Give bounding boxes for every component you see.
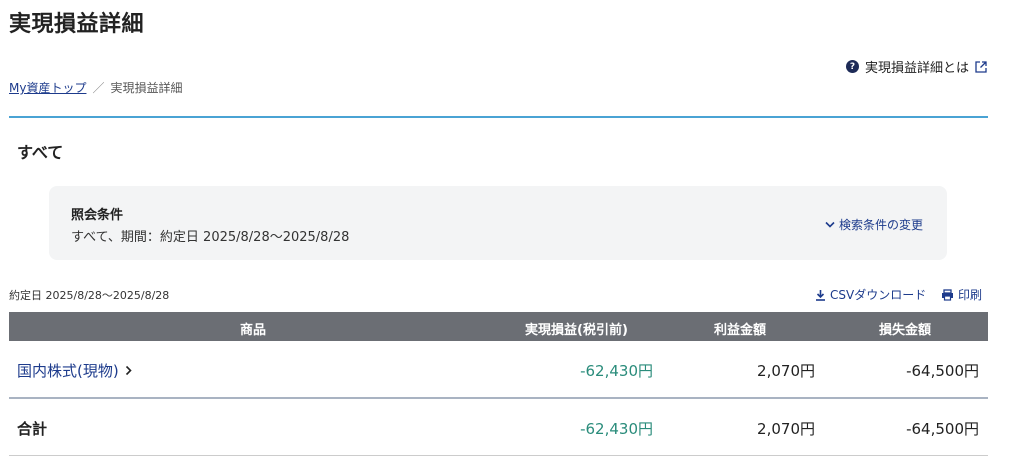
table-row: 国内株式(現物) -62,430円 2,070円 -64,500円: [9, 341, 988, 399]
header-loss: 損失金額: [879, 323, 932, 338]
table-header: 商品 実現損益(税引前) 利益金額 損失金額: [9, 312, 988, 341]
csv-download-button[interactable]: CSVダウンロード: [815, 286, 926, 303]
page-title: 実現損益詳細: [9, 12, 145, 37]
header-profit: 利益金額: [714, 323, 767, 338]
profit-value: 2,070円: [757, 362, 815, 380]
chevron-down-icon: [825, 221, 835, 228]
total-row: 合計 -62,430円 2,070円 -64,500円: [9, 399, 988, 456]
search-conditions-panel: 照会条件 すべて、期間：約定日 2025/8/28〜2025/8/28 検索条件…: [49, 186, 947, 260]
section-title: すべて: [17, 143, 64, 162]
total-profit-value: 2,070円: [757, 420, 815, 438]
printer-icon: [942, 288, 953, 301]
csv-download-label: CSVダウンロード: [830, 288, 927, 302]
conditions-heading: 照会条件: [71, 208, 124, 223]
realized-value: -62,430円: [580, 362, 653, 380]
period-label: 約定日 2025/8/28〜2025/8/28: [9, 289, 170, 302]
change-conditions-button[interactable]: 検索条件の変更: [825, 216, 923, 233]
total-loss-value: -64,500円: [906, 420, 979, 438]
header-realized: 実現損益(税引前): [525, 323, 628, 338]
header-divider: [9, 116, 988, 118]
print-label: 印刷: [958, 288, 983, 302]
breadcrumb-home-link[interactable]: My資産トップ: [9, 79, 86, 96]
chevron-right-icon: [125, 365, 132, 376]
conditions-text: すべて、期間：約定日 2025/8/28〜2025/8/28: [71, 230, 350, 245]
print-button[interactable]: 印刷: [941, 286, 982, 303]
external-link-icon: [975, 60, 987, 73]
help-icon: ?: [845, 60, 859, 73]
help-link-label: 実現損益詳細とは: [864, 61, 969, 76]
product-link-domestic-stock[interactable]: 国内株式(現物): [17, 360, 132, 381]
total-realized-value: -62,430円: [580, 420, 653, 438]
download-icon: [816, 289, 825, 301]
breadcrumb-separator: ／: [92, 81, 105, 95]
total-label: 合計: [17, 420, 48, 438]
breadcrumb-current: 実現損益詳細: [110, 81, 183, 95]
realized-pl-table: 商品 実現損益(税引前) 利益金額 損失金額 国内株式(現物) -62,430円…: [9, 312, 988, 456]
loss-value: -64,500円: [906, 362, 979, 380]
change-conditions-label: 検索条件の変更: [838, 218, 923, 232]
header-product: 商品: [240, 323, 267, 338]
help-link[interactable]: ? 実現損益詳細とは: [845, 57, 987, 76]
product-label: 国内株式(現物): [17, 362, 119, 380]
breadcrumb: My資産トップ ／ 実現損益詳細: [9, 79, 183, 96]
